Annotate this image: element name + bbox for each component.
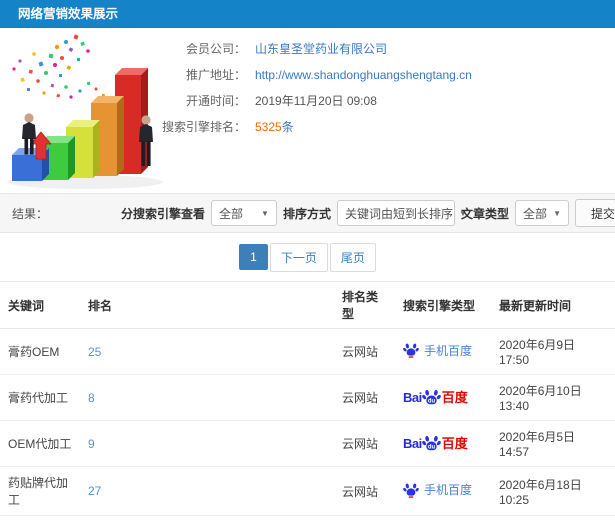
rank-type-cell: 云网站 [334, 515, 395, 520]
update-time-cell: 2020年6月9日 17:50 [491, 328, 615, 375]
rank-type-cell: 云网站 [334, 328, 395, 375]
promotion-url-label: 推广地址： [185, 68, 246, 82]
search-engine-rank-label: 搜索引擎排名： [161, 120, 246, 134]
baidu-logo: Bai du 百度 [403, 435, 468, 451]
article-type-select[interactable]: 全部 ▼ [514, 200, 569, 226]
sort-filter-label: 排序方式 [282, 206, 331, 221]
field-promotion-url: 推广地址： http://www.shandonghuangshengtang.… [158, 68, 615, 83]
chevron-down-icon: ▼ [261, 208, 269, 218]
keyword-cell: 北京膏药贴牌 [0, 515, 80, 520]
confetti-dots [12, 34, 111, 102]
baidu-paw-icon [403, 343, 419, 358]
update-time-cell: 2020年6月18日 10:25 [491, 466, 615, 516]
update-time-cell: 2020年6月11日 11:18 [491, 515, 615, 520]
member-company-link[interactable]: 山东皇圣堂药业有限公司 [255, 42, 387, 56]
baidu-paw-icon: du [422, 389, 441, 405]
rank-type-cell: 云网站 [334, 466, 395, 516]
col-engine-type: 搜索引擎类型 [395, 281, 491, 329]
rank-count: 5325 [255, 120, 282, 134]
rank-count-unit: 条 [281, 120, 294, 134]
sort-select-value: 关键词由短到长排序 [344, 206, 453, 221]
article-type-label: 文章类型 [460, 206, 509, 221]
field-member-company: 会员公司： 山东皇圣堂药业有限公司 [158, 42, 615, 57]
rank-link[interactable]: 9 [88, 437, 95, 451]
table-row: 药贴牌代加工 27 云网站 手机百度 2020年6月18日 10:25 [0, 466, 615, 516]
submit-button[interactable]: 提交 [574, 199, 615, 227]
chevron-down-icon: ▼ [553, 208, 561, 218]
open-time-label: 开通时间： [185, 94, 246, 108]
engine-name: 手机百度 [424, 343, 473, 358]
pagination: 1 下一页 尾页 [0, 233, 615, 281]
col-rank: 排名 [80, 281, 334, 329]
search-engine-rank-value: 5325条 [255, 120, 294, 135]
table-row: OEM代加工 9 云网站 Bai du 百度 2020年6月5日 14:57 [0, 420, 615, 467]
rank-link[interactable]: 27 [88, 484, 101, 498]
table-row: 膏药代加工 8 云网站 Bai du 百度 2020年6月10日 13:40 [0, 374, 615, 421]
page-button-last[interactable]: 尾页 [329, 242, 376, 272]
member-info-section: 会员公司： 山东皇圣堂药业有限公司 推广地址： http://www.shand… [0, 28, 615, 193]
update-time-cell: 2020年6月10日 13:40 [491, 374, 615, 421]
article-type-select-value: 全部 [522, 206, 547, 221]
col-updated: 最新更新时间 [491, 281, 615, 329]
keyword-cell: 药贴牌代加工 [0, 466, 80, 516]
table-row: 北京膏药贴牌 1 云网站 Bai du [0, 515, 615, 520]
rank-link[interactable]: 25 [88, 345, 101, 359]
svg-text:du: du [428, 399, 436, 405]
results-label: 结果： [12, 206, 49, 221]
rank-type-cell: 云网站 [334, 420, 395, 467]
update-time-cell: 2020年6月5日 14:57 [491, 420, 615, 467]
app-header: 网络营销效果展示 [0, 0, 615, 28]
page-title: 网络营销效果展示 [18, 7, 119, 21]
rank-link[interactable]: 8 [88, 391, 95, 405]
sort-select[interactable]: 关键词由短到长排序 ▼ [336, 200, 467, 226]
engine-filter-label: 分搜索引擎查看 [120, 206, 205, 221]
rank-type-cell: 云网站 [334, 374, 395, 421]
mobile-baidu-badge: 手机百度 [403, 342, 472, 359]
mobile-baidu-badge: 手机百度 [403, 481, 472, 498]
col-rank-type: 排名类型 [334, 281, 395, 329]
engine-select[interactable]: 全部 ▼ [210, 200, 277, 226]
field-search-engine-rank: 搜索引擎排名： 5325条 [158, 120, 615, 135]
keyword-cell: 膏药OEM [0, 328, 80, 375]
page-button-current[interactable]: 1 [239, 244, 268, 270]
table-header-row: 关键词 排名 排名类型 搜索引擎类型 最新更新时间 [0, 281, 615, 329]
filter-controls: 分搜索引擎查看 全部 ▼ 排序方式 关键词由短到长排序 ▼ 文章类型 全部 ▼ … [121, 199, 615, 227]
page-button-next[interactable]: 下一页 [269, 242, 328, 272]
promotion-url-link[interactable]: http://www.shandonghuangshengtang.cn [255, 68, 472, 82]
open-time-value: 2019年11月20日 09:08 [255, 94, 377, 108]
field-open-time: 开通时间： 2019年11月20日 09:08 [158, 94, 615, 109]
baidu-paw-icon: du [422, 435, 441, 451]
keyword-cell: 膏药代加工 [0, 374, 80, 421]
engine-select-value: 全部 [218, 206, 243, 221]
baidu-logo: Bai du 百度 [403, 389, 468, 405]
baidu-paw-icon [403, 483, 419, 498]
member-company-label: 会员公司： [185, 42, 246, 56]
engine-name: 手机百度 [424, 483, 473, 498]
filter-bar: 结果： 分搜索引擎查看 全部 ▼ 排序方式 关键词由短到长排序 ▼ 文章类型 全… [0, 193, 615, 233]
col-keyword: 关键词 [0, 281, 80, 329]
keyword-results-table: 关键词 排名 排名类型 搜索引擎类型 最新更新时间 膏药OEM 25 云网站 手… [0, 281, 615, 520]
keyword-cell: OEM代加工 [0, 420, 80, 467]
table-row: 膏药OEM 25 云网站 手机百度 2020年6月9日 17:50 [0, 328, 615, 375]
svg-text:du: du [428, 445, 436, 451]
member-info-fields: 会员公司： 山东皇圣堂药业有限公司 推广地址： http://www.shand… [158, 28, 615, 146]
page: 网络营销效果展示 会员公司： 山东皇圣堂药业有限公司 推广地址： http://… [0, 0, 615, 520]
